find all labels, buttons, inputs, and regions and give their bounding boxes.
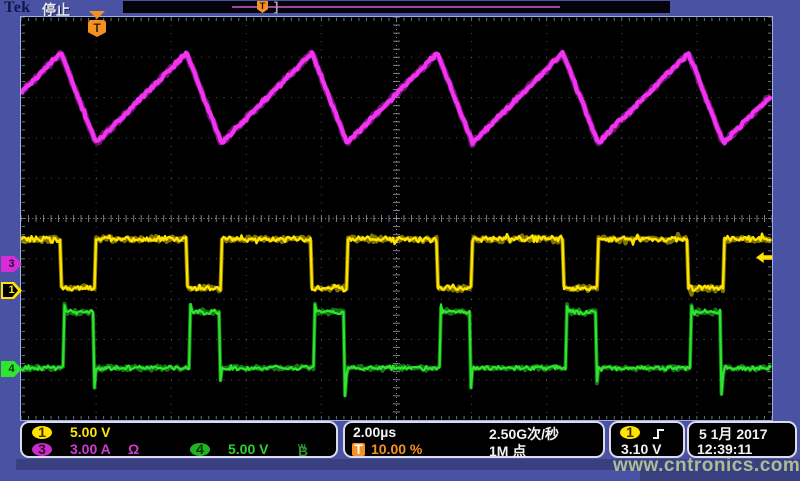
ch4-marker-label: 4 <box>4 361 19 377</box>
vertical-scale-panel: 1 5.00 V 3 3.00 A Ω 4 5.00 V BW <box>20 421 338 458</box>
trigger-position: 10.00 % <box>371 441 422 457</box>
brand-logo: Tek <box>4 0 31 17</box>
trigger-t-icon: T <box>352 443 365 456</box>
rising-edge-icon <box>651 427 667 441</box>
ch1-position-marker: 1 <box>1 282 22 299</box>
watermark: www.cntronics.com <box>613 455 800 477</box>
trigger-source-badge: 1 <box>620 426 640 439</box>
preview-window-bracket: ] <box>274 0 278 14</box>
ch3-scale: 3.00 A <box>70 441 111 457</box>
ch3-coupling: Ω <box>128 441 139 457</box>
horizontal-panel: 2.00µs 2.50G次/秒 T 10.00 % 1M 点 <box>343 421 605 458</box>
ch4-badge: 4 <box>190 443 210 456</box>
graticule-area: T <box>21 17 772 420</box>
record-preview-bar: T ] <box>123 1 670 13</box>
ch3-badge: 3 <box>32 443 52 456</box>
ch3-marker-label: 3 <box>4 256 19 272</box>
trigger-panel: 1 3.10 V <box>609 421 685 458</box>
trigger-position-arrow-icon <box>89 11 105 19</box>
top-bar: Tek 停止 T ] <box>0 0 800 17</box>
record-waveform-line <box>232 6 560 8</box>
time-per-div: 2.00µs <box>353 424 396 440</box>
waveform-display <box>21 17 772 420</box>
preview-trigger-marker-icon: T <box>257 1 268 13</box>
ch1-badge: 1 <box>32 426 52 439</box>
datetime-panel: 5 1月 2017 12:39:11 <box>687 421 797 458</box>
ch4-scale: 5.00 V <box>228 441 268 457</box>
ch1-scale: 5.00 V <box>70 424 110 440</box>
ch4-position-marker: 4 <box>1 361 22 377</box>
record-length: 1M 点 <box>489 441 526 461</box>
ch3-position-marker: 3 <box>1 256 22 272</box>
ch1-marker-label: 1 <box>4 282 19 299</box>
